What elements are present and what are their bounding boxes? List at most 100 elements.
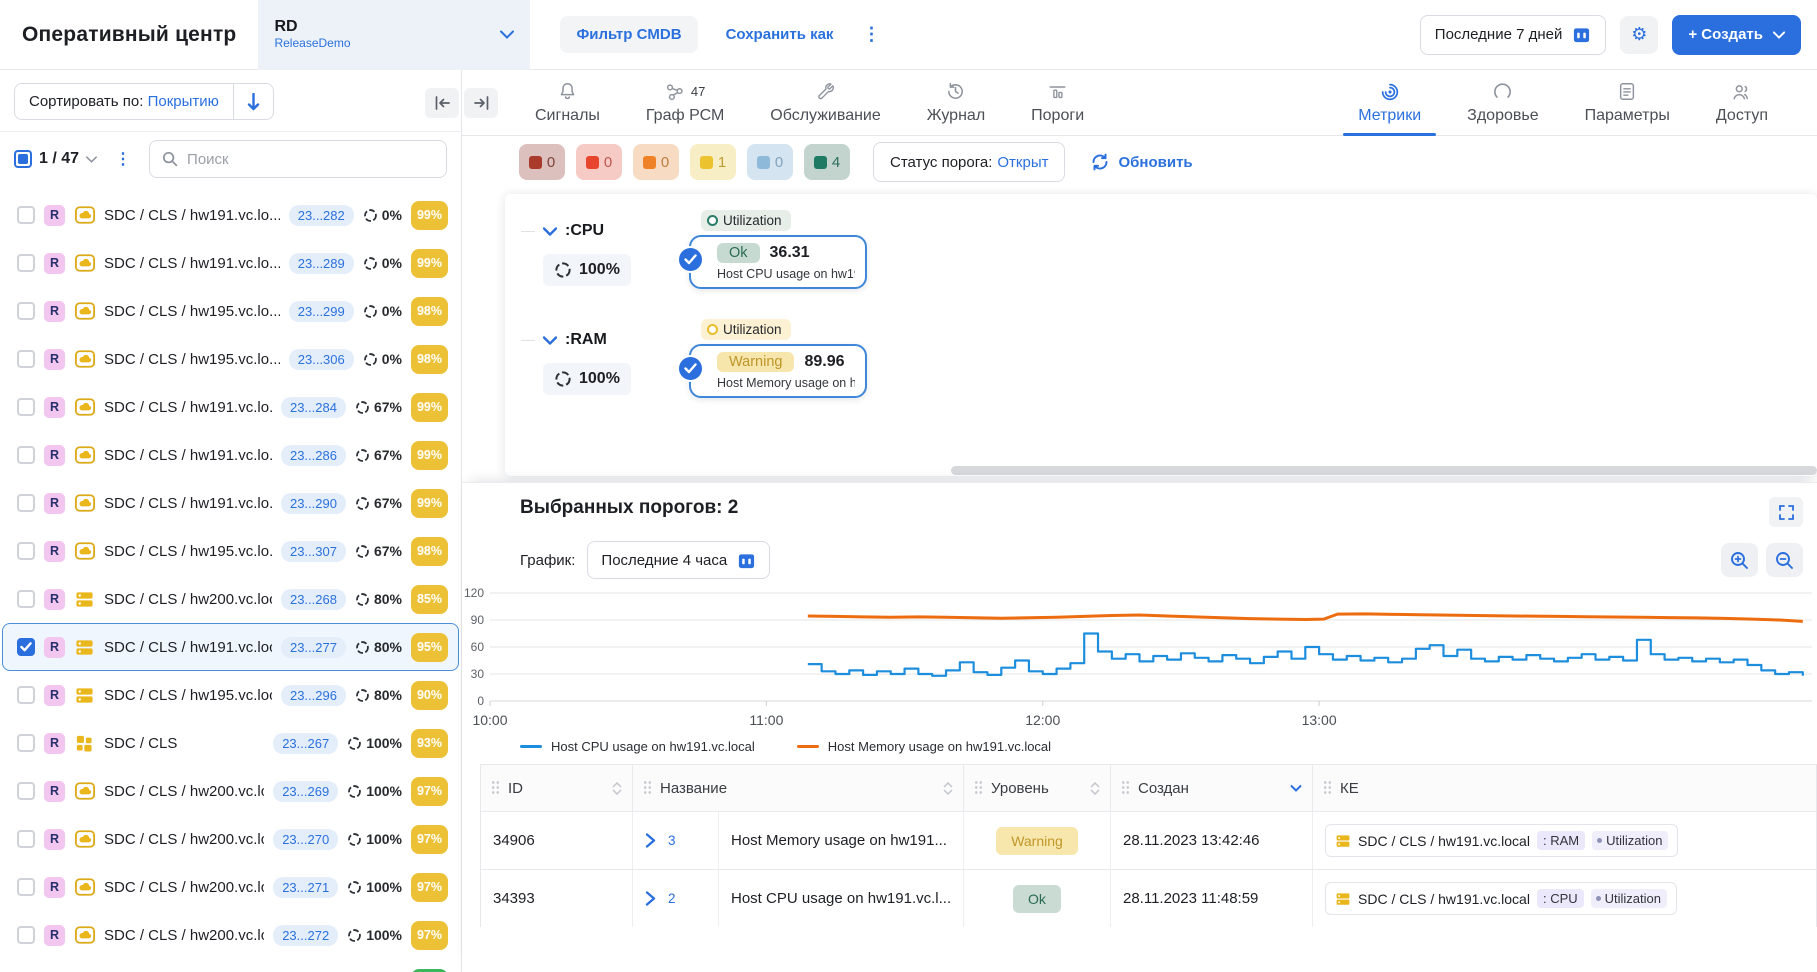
- drag-handle-icon[interactable]: [974, 780, 983, 796]
- severity-filter-chip[interactable]: 0: [576, 144, 622, 180]
- row-checkbox[interactable]: [17, 398, 35, 416]
- list-item[interactable]: RSDC / CLS / hw195.vc.lo...23...30767%98…: [2, 527, 459, 575]
- scrollbar-thumb[interactable]: [951, 466, 1817, 475]
- list-item[interactable]: RSDC / CLS / hw200.vc.lo...23...271100%9…: [2, 863, 459, 911]
- thresholds-chart[interactable]: 030609012010:0011:0012:0013:00: [462, 585, 1817, 733]
- list-item[interactable]: RSDC / CLS / hw191.vc.lo...23...2820%99%: [2, 191, 459, 239]
- severity-square-icon: [700, 156, 713, 169]
- table-row[interactable]: 34393 2 Host CPU usage on hw191.vc.l... …: [481, 869, 1816, 927]
- list-item[interactable]: RSDC / CLS23...267100%93%: [2, 719, 459, 767]
- select-all-checkbox[interactable]: [14, 150, 32, 168]
- column-header-ке[interactable]: КЕ: [1313, 765, 1816, 811]
- list-more-menu-icon[interactable]: ⋮: [107, 149, 139, 169]
- metric-group-toggle[interactable]: :RAM: [521, 331, 689, 349]
- list-item[interactable]: RSDC / CLS / hw200.vc.lo...23...272100%9…: [2, 911, 459, 959]
- severity-filter-chip[interactable]: 0: [747, 144, 793, 180]
- row-checkbox[interactable]: [17, 302, 35, 320]
- metric-group-toggle[interactable]: :CPU: [521, 222, 689, 240]
- tab-сигналы[interactable]: Сигналы: [512, 70, 623, 135]
- create-button[interactable]: + Создать: [1672, 15, 1801, 55]
- tab-доступ[interactable]: Доступ: [1693, 70, 1791, 135]
- drag-handle-icon[interactable]: [1323, 780, 1332, 796]
- drag-handle-icon[interactable]: [643, 780, 652, 796]
- expand-sidebar-button[interactable]: [464, 88, 498, 118]
- ke-chip[interactable]: SDC / CLS / hw191.vc.local : CPU Utiliza…: [1325, 882, 1677, 915]
- list-item[interactable]: RSDC / CLS / hw191.vc.lo...23...29067%99…: [2, 479, 459, 527]
- tab-пороги[interactable]: Пороги: [1008, 70, 1107, 135]
- row-checkbox[interactable]: [17, 590, 35, 608]
- row-checkbox[interactable]: [17, 350, 35, 368]
- threshold-status-filter[interactable]: Статус порога: Открыт: [873, 142, 1065, 182]
- sort-icon[interactable]: [1090, 782, 1100, 795]
- legend-item[interactable]: Host CPU usage on hw191.vc.local: [520, 739, 755, 754]
- list-item[interactable]: RSDC / CLS / hw191.vc.local23...27780%95…: [2, 623, 459, 671]
- list-item[interactable]: RSDC / CLS / hw195.vc.lo...23...2990%98%: [2, 287, 459, 335]
- sort-icon[interactable]: [943, 782, 953, 795]
- sort-icon[interactable]: [612, 782, 622, 795]
- refresh-button[interactable]: Обновить: [1090, 152, 1192, 172]
- table-row[interactable]: 34906 3 Host Memory usage on hw191... Wa…: [481, 811, 1816, 869]
- metric-card-ram[interactable]: Warning 89.96 Host Memory usage on hw1..…: [689, 344, 867, 398]
- severity-filter-chip[interactable]: 4: [804, 144, 850, 180]
- list-item[interactable]: RSDC / CLS / hw191.vc.lo...23...28467%99…: [2, 383, 459, 431]
- search-input[interactable]: [187, 151, 434, 168]
- tab-здоровье[interactable]: Здоровье: [1444, 70, 1561, 135]
- sort-direction-button[interactable]: [233, 84, 273, 119]
- list-item[interactable]: RSDC / CLS / hw200.vc.lo...23...269100%9…: [2, 767, 459, 815]
- drag-handle-icon[interactable]: [491, 780, 500, 796]
- sort-by-button[interactable]: Сортировать по: Покрытию: [15, 84, 233, 119]
- severity-filter-chip[interactable]: 0: [519, 144, 565, 180]
- list-item[interactable]: RSDC / CLS / hw200.vc.local23...26880%85…: [2, 575, 459, 623]
- list-item[interactable]: RSDC / CLS / hw191.vc.lo...23...28667%99…: [2, 431, 459, 479]
- row-checkbox[interactable]: [17, 446, 35, 464]
- list-item[interactable]: RSDC / CLS / hw195.vc.lo...23...297100%1…: [2, 959, 459, 972]
- row-checkbox[interactable]: [17, 686, 35, 704]
- severity-filter-chip[interactable]: 0: [633, 144, 679, 180]
- severity-filter-chip[interactable]: 1: [690, 144, 736, 180]
- search-box[interactable]: [149, 140, 447, 178]
- row-checkbox[interactable]: [17, 638, 35, 656]
- list-item[interactable]: RSDC / CLS / hw195.vc.local23...29680%90…: [2, 671, 459, 719]
- zoom-in-button[interactable]: [1721, 543, 1758, 577]
- chart-range-selector[interactable]: Последние 4 часа: [587, 541, 770, 579]
- row-checkbox[interactable]: [17, 782, 35, 800]
- column-header-id[interactable]: ID: [481, 765, 633, 811]
- select-all-pager[interactable]: 1 / 47: [14, 150, 97, 168]
- tab-метрики[interactable]: Метрики: [1335, 70, 1444, 135]
- sort-desc-icon[interactable]: [1290, 784, 1302, 792]
- more-menu-icon[interactable]: ⋮: [861, 24, 881, 45]
- row-checkbox[interactable]: [17, 734, 35, 752]
- tab-граф-рсм[interactable]: 47Граф РСМ: [623, 70, 747, 135]
- tab-обслуживание[interactable]: Обслуживание: [747, 70, 903, 135]
- column-header-уровень[interactable]: Уровень: [964, 765, 1111, 811]
- perimeter-select[interactable]: RD ReleaseDemo: [258, 0, 530, 70]
- collapse-sidebar-button[interactable]: [425, 88, 459, 118]
- legend-item[interactable]: Host Memory usage on hw191.vc.local: [797, 739, 1051, 754]
- save-as-button[interactable]: Сохранить как: [726, 26, 834, 43]
- row-checkbox[interactable]: [17, 926, 35, 944]
- row-checkbox[interactable]: [17, 206, 35, 224]
- date-range-selector[interactable]: Последние 7 дней: [1420, 15, 1607, 55]
- row-checkbox[interactable]: [17, 830, 35, 848]
- expand-row-icon[interactable]: [645, 833, 656, 848]
- list-item[interactable]: RSDC / CLS / hw195.vc.lo...23...3060%98%: [2, 335, 459, 383]
- row-checkbox[interactable]: [17, 494, 35, 512]
- settings-button[interactable]: ⚙: [1620, 16, 1658, 54]
- zoom-out-button[interactable]: [1766, 543, 1803, 577]
- tab-журнал[interactable]: Журнал: [904, 70, 1008, 135]
- row-checkbox[interactable]: [17, 254, 35, 272]
- list-item[interactable]: RSDC / CLS / hw200.vc.lo...23...270100%9…: [2, 815, 459, 863]
- fullscreen-button[interactable]: [1769, 497, 1803, 527]
- row-checkbox[interactable]: [17, 878, 35, 896]
- drag-handle-icon[interactable]: [1121, 780, 1130, 796]
- metric-card-cpu[interactable]: Ok 36.31 Host CPU usage on hw191.v...: [689, 235, 867, 289]
- tab-параметры[interactable]: Параметры: [1562, 70, 1693, 135]
- list-item[interactable]: RSDC / CLS / hw191.vc.lo...23...2890%99%: [2, 239, 459, 287]
- ke-chip[interactable]: SDC / CLS / hw191.vc.local : RAM Utiliza…: [1325, 824, 1678, 857]
- horizontal-scrollbar[interactable]: [505, 465, 1817, 476]
- filter-cmdb-button[interactable]: Фильтр CMDB: [560, 16, 697, 53]
- expand-row-icon[interactable]: [645, 891, 656, 906]
- column-header-название[interactable]: Название: [633, 765, 964, 811]
- row-checkbox[interactable]: [17, 542, 35, 560]
- column-header-создан[interactable]: Создан: [1111, 765, 1313, 811]
